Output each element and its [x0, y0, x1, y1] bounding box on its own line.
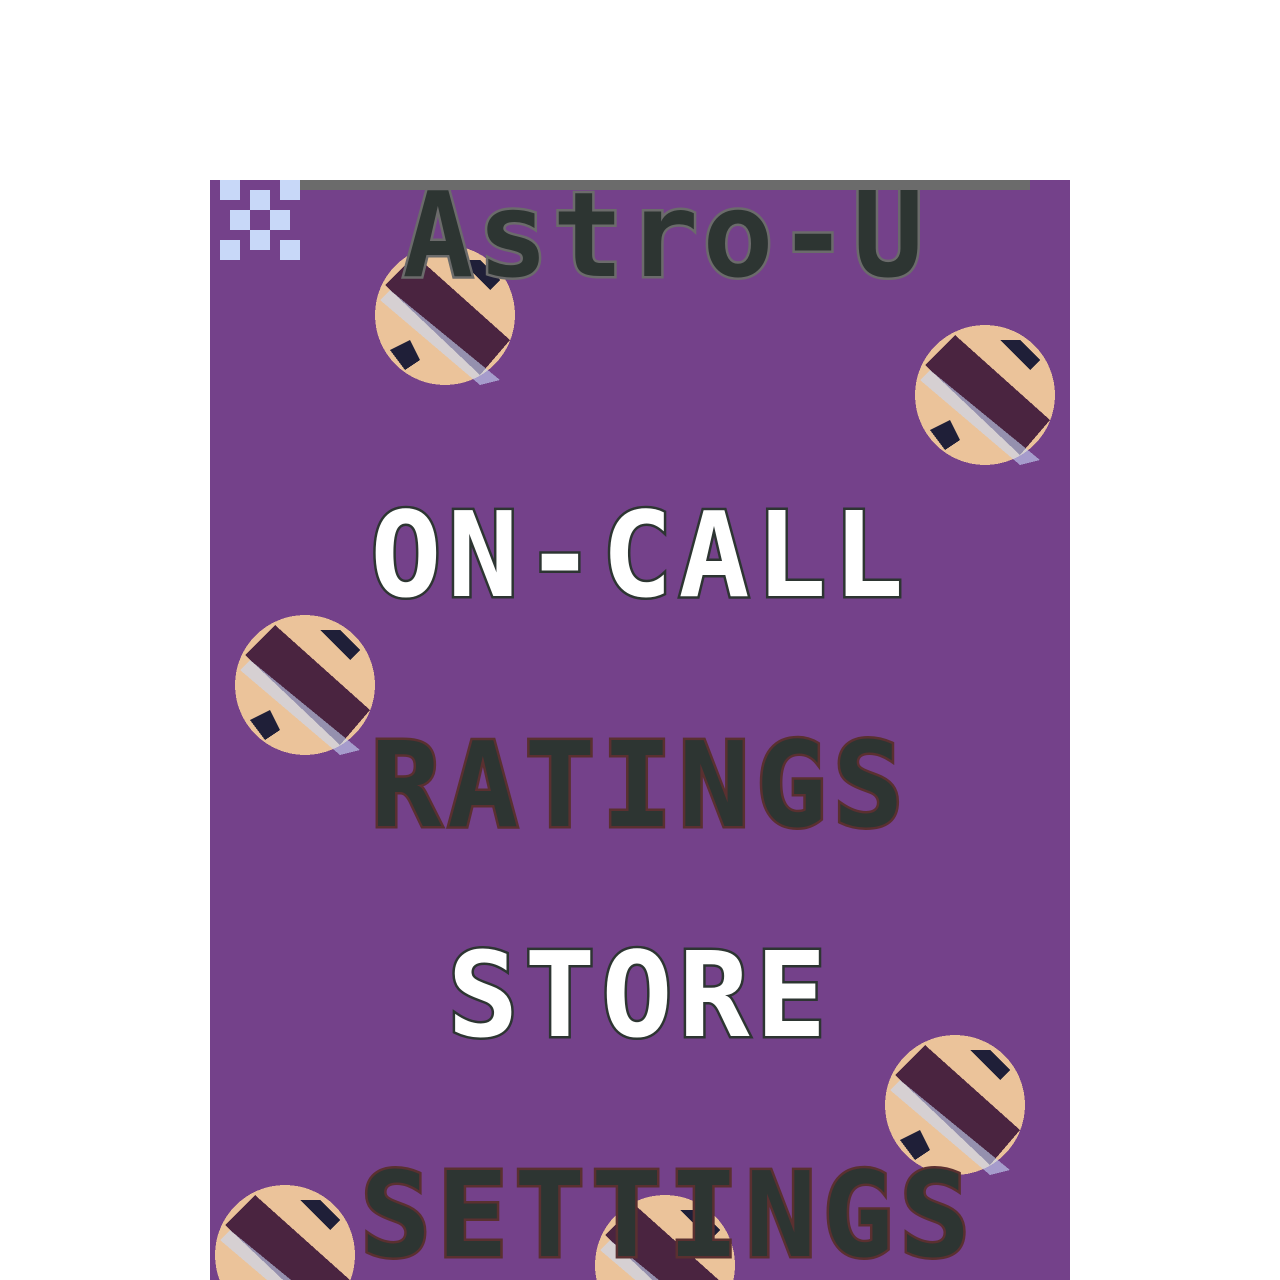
- planet-icon: [210, 1180, 360, 1280]
- menu-item-on-call[interactable]: ON-CALL: [360, 494, 920, 617]
- menu-item-ratings[interactable]: RATINGS: [360, 724, 920, 847]
- game-title: Astro-U: [400, 180, 928, 304]
- menu-item-settings[interactable]: SETTINGS: [358, 1154, 973, 1277]
- menu-item-store[interactable]: STORE: [360, 934, 920, 1057]
- planet-icon: [910, 320, 1060, 470]
- game-screen: Astro-U ON-CALL RATINGS STORE SETTINGS: [210, 180, 1070, 1280]
- planet-icon: [230, 610, 380, 760]
- sparkle-icon: [220, 180, 300, 260]
